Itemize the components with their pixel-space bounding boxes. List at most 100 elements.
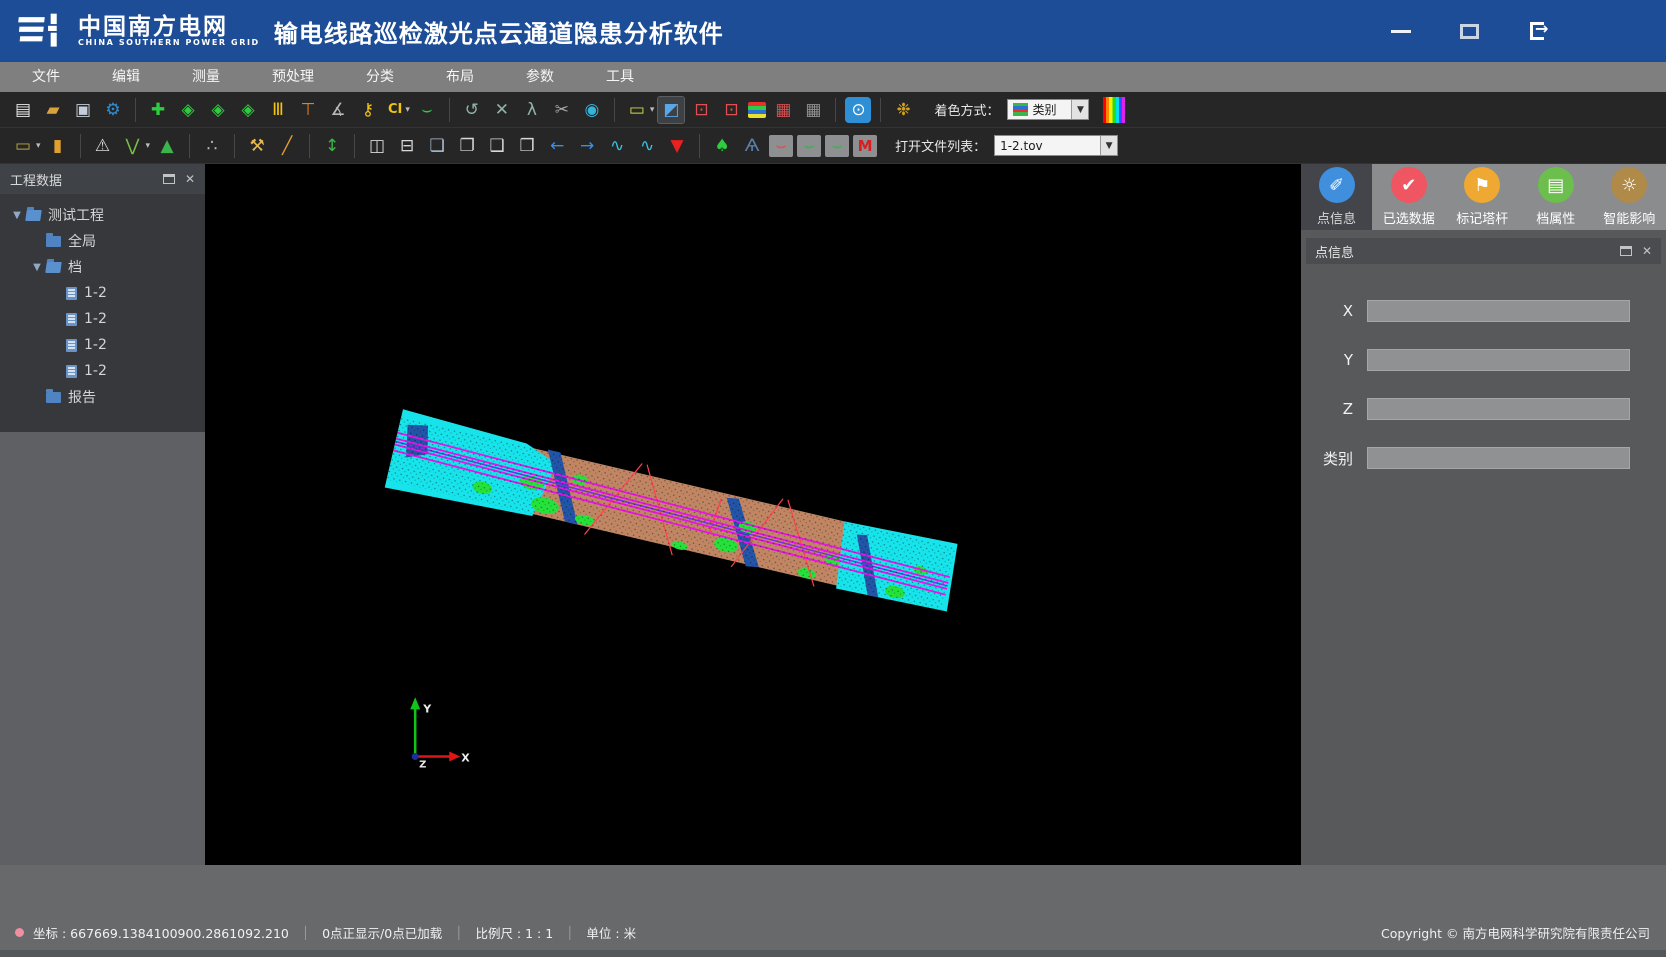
rotate-view-icon[interactable]: ↺ bbox=[459, 97, 485, 123]
tab-mark-tower[interactable]: ⚑标记塔杆 bbox=[1446, 164, 1520, 230]
viewport-canvas[interactable]: Y X Z bbox=[205, 164, 1301, 865]
split-vertical-icon[interactable]: ◫ bbox=[364, 133, 390, 159]
tab-point-info[interactable]: ✐点信息 bbox=[1301, 164, 1372, 230]
new-window-icon[interactable]: ❐ bbox=[454, 133, 480, 159]
close-panel-button[interactable]: ✕ bbox=[185, 172, 195, 186]
menu-item-classify[interactable]: 分类 bbox=[340, 62, 420, 92]
profile-polyline-2-icon[interactable]: ∿ bbox=[634, 133, 660, 159]
tower-triangle-icon[interactable]: ▲ bbox=[154, 133, 180, 159]
section-level-icon[interactable]: ↕ bbox=[319, 133, 345, 159]
split-horizontal-icon[interactable]: ⊟ bbox=[394, 133, 420, 159]
tab-span-properties[interactable]: ▤档属性 bbox=[1519, 164, 1593, 230]
visibility-eye-icon[interactable]: ◉ bbox=[579, 97, 605, 123]
tree-item-span-group[interactable]: ▼档 bbox=[0, 254, 205, 280]
ci-classify-caret-icon[interactable]: ▾ bbox=[405, 105, 410, 115]
warning-triangle-icon[interactable]: ⚠ bbox=[90, 133, 116, 159]
profile-polyline-1-icon[interactable]: ∿ bbox=[604, 133, 630, 159]
menu-item-measure[interactable]: 测量 bbox=[166, 62, 246, 92]
coloring-mode-dropdown[interactable]: 类别 ▼ bbox=[1007, 99, 1089, 120]
pylon-icon[interactable]: Ѧ bbox=[739, 133, 765, 159]
colorbar-icon[interactable] bbox=[1103, 97, 1125, 123]
save-icon[interactable]: ▣ bbox=[70, 97, 96, 123]
caret-down-icon[interactable]: ▼ bbox=[10, 210, 24, 221]
pan-move-icon[interactable]: ✚ bbox=[145, 97, 171, 123]
restore-panel-button[interactable] bbox=[1620, 246, 1632, 256]
tree-item-span-4[interactable]: 1-2 bbox=[0, 358, 205, 384]
tab-smart-impact[interactable]: ☼智能影响 bbox=[1593, 164, 1666, 230]
tree-item-global[interactable]: 全局 bbox=[0, 228, 205, 254]
report-m-icon[interactable]: M bbox=[853, 135, 877, 157]
location-pin-icon[interactable]: ▼ bbox=[664, 133, 690, 159]
open-folder-icon[interactable]: ▰ bbox=[40, 97, 66, 123]
key-tool-icon[interactable]: ⚷ bbox=[355, 97, 381, 123]
height-measure-icon[interactable]: ⊤ bbox=[295, 97, 321, 123]
titlebar: 中国南方电网 CHINA SOUTHERN POWER GRID 输电线路巡检激… bbox=[0, 0, 1666, 62]
select-point-icon[interactable]: ⊡ bbox=[718, 97, 744, 123]
camera-icon[interactable]: ⊙ bbox=[845, 97, 871, 123]
grid-cursor-icon[interactable]: ▦ bbox=[800, 97, 826, 123]
color-layers-icon[interactable] bbox=[748, 102, 766, 118]
menu-item-layout[interactable]: 布局 bbox=[420, 62, 500, 92]
grid-dots-icon[interactable]: ▦ bbox=[770, 97, 796, 123]
window-swap-2-icon[interactable]: ❒ bbox=[514, 133, 540, 159]
menu-item-params[interactable]: 参数 bbox=[500, 62, 580, 92]
minimize-button[interactable] bbox=[1390, 21, 1412, 41]
open-file-list-dropdown[interactable]: 1-2.tov ▼ bbox=[994, 135, 1118, 156]
menu-item-tools[interactable]: 工具 bbox=[580, 62, 660, 92]
tree-item-test-project[interactable]: ▼测试工程 bbox=[0, 202, 205, 228]
vector-direction-icon[interactable]: ⋁ bbox=[120, 133, 146, 159]
settings-gear-icon[interactable]: ⚙ bbox=[100, 97, 126, 123]
angle-measure-icon[interactable]: ∡ bbox=[325, 97, 351, 123]
z-input[interactable] bbox=[1367, 398, 1630, 420]
tree-icon[interactable]: ♠ bbox=[709, 133, 735, 159]
category-input[interactable] bbox=[1367, 447, 1630, 469]
rotate-diamond-3-icon[interactable]: ◈ bbox=[235, 97, 261, 123]
catenary-icon[interactable]: ⌣ bbox=[414, 97, 440, 123]
block-mode-icon[interactable]: ▭ bbox=[10, 133, 36, 159]
cut-scissors-icon[interactable]: ✂ bbox=[549, 97, 575, 123]
window-swap-1-icon[interactable]: ❑ bbox=[484, 133, 510, 159]
chevron-down-icon[interactable]: ▼ bbox=[1071, 100, 1088, 119]
menu-item-edit[interactable]: 编辑 bbox=[86, 62, 166, 92]
select-dotted-icon[interactable]: ⊡ bbox=[688, 97, 714, 123]
exit-button[interactable]: → bbox=[1526, 21, 1548, 41]
sag-curve-green-1-icon[interactable]: ⌣ bbox=[797, 135, 821, 157]
maximize-button[interactable] bbox=[1458, 21, 1480, 41]
tree-item-report[interactable]: 报告 bbox=[0, 384, 205, 410]
restore-panel-button[interactable] bbox=[163, 174, 175, 184]
menu-item-preprocess[interactable]: 预处理 bbox=[246, 62, 340, 92]
ruler-diagonal-icon[interactable]: ╱ bbox=[274, 133, 300, 159]
tree-item-span-1[interactable]: 1-2 bbox=[0, 280, 205, 306]
cascade-windows-icon[interactable]: ❏ bbox=[424, 133, 450, 159]
new-file-icon[interactable]: ▤ bbox=[10, 97, 36, 123]
tree-item-span-3[interactable]: 1-2 bbox=[0, 332, 205, 358]
clean-broom-icon[interactable]: ⚒ bbox=[244, 133, 270, 159]
ruler-vertical-icon[interactable]: ▮ bbox=[45, 133, 71, 159]
rotate-diamond-2-icon[interactable]: ◈ bbox=[205, 97, 231, 123]
caret-down-icon[interactable]: ▼ bbox=[30, 262, 44, 273]
block-mode-caret-icon[interactable]: ▾ bbox=[36, 141, 41, 151]
ci-classify-icon[interactable]: CI bbox=[385, 97, 405, 123]
status-separator: │ bbox=[455, 926, 462, 940]
y-input[interactable] bbox=[1367, 349, 1630, 371]
select-move-icon[interactable]: ◩ bbox=[658, 97, 684, 123]
rotate-diamond-1-icon[interactable]: ◈ bbox=[175, 97, 201, 123]
node-link-icon[interactable]: ∴ bbox=[199, 133, 225, 159]
sag-curve-red-icon[interactable]: ⌣ bbox=[769, 135, 793, 157]
tab-selected-data[interactable]: ✔已选数据 bbox=[1372, 164, 1446, 230]
rect-select-icon[interactable]: ▭ bbox=[624, 97, 650, 123]
chevron-down-icon[interactable]: ▼ bbox=[1100, 136, 1117, 155]
close-panel-button[interactable]: ✕ bbox=[1642, 244, 1652, 258]
pick-point-icon[interactable]: λ bbox=[519, 97, 545, 123]
palette-icon[interactable]: ❉ bbox=[890, 97, 916, 123]
menu-item-file[interactable]: 文件 bbox=[6, 62, 86, 92]
x-input[interactable] bbox=[1367, 300, 1630, 322]
delete-cross-icon[interactable]: ✕ bbox=[489, 97, 515, 123]
profile-lines-icon[interactable]: Ⅲ bbox=[265, 97, 291, 123]
next-view-icon[interactable]: → bbox=[574, 133, 600, 159]
sag-curve-green-2-icon[interactable]: ⌣ bbox=[825, 135, 849, 157]
rect-select-caret-icon[interactable]: ▾ bbox=[650, 105, 655, 115]
tree-item-span-2[interactable]: 1-2 bbox=[0, 306, 205, 332]
prev-view-icon[interactable]: ← bbox=[544, 133, 570, 159]
vector-direction-caret-icon[interactable]: ▾ bbox=[146, 141, 151, 151]
